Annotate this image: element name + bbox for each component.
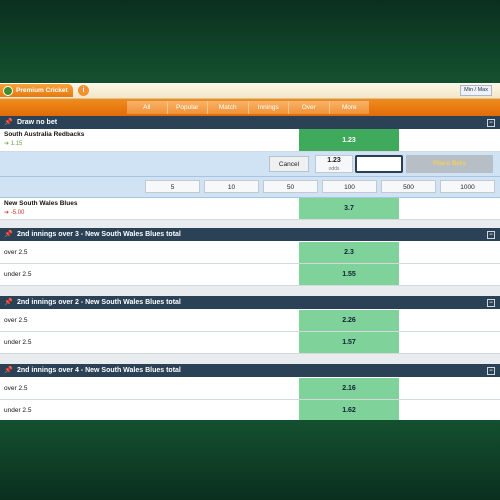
price-change-value: -5.00 [10, 210, 25, 216]
market-row-label: over 2.5 [4, 249, 28, 256]
price-change: ➔ 1.15 [4, 140, 22, 147]
odds-button[interactable]: 1.57 [299, 332, 399, 353]
odds-button[interactable]: 2.16 [299, 378, 399, 399]
pin-icon[interactable]: 📌 [4, 366, 13, 375]
filter-over[interactable]: Over [289, 101, 330, 114]
section-title: 2nd innings over 2 - New South Wales Blu… [17, 299, 181, 306]
min-max-button[interactable]: Min / Max [460, 85, 492, 96]
filter-innings[interactable]: Innings [248, 101, 289, 114]
quick-stakes-bar: 5 10 50 100 500 1000 [0, 177, 500, 198]
selection-row: New South Wales Blues ➔ -5.00 3.7 [0, 198, 500, 220]
betting-panel: Premium Cricket i Min / Max All Popular … [0, 83, 500, 420]
section-header-draw-no-bet[interactable]: 📌 Draw no bet − [0, 116, 500, 129]
section-header-market-2[interactable]: 📌 2nd innings over 2 - New South Wales B… [0, 296, 500, 309]
odds-button[interactable]: 3.7 [299, 198, 399, 219]
quick-stake-100[interactable]: 100 [322, 180, 377, 193]
pin-icon[interactable]: 📌 [4, 298, 13, 307]
filter-all[interactable]: All [127, 101, 168, 114]
premium-cricket-tab[interactable]: Premium Cricket [0, 84, 73, 97]
price-change: ➔ -5.00 [4, 209, 24, 216]
odds-button[interactable]: 2.26 [299, 310, 399, 331]
market-row: over 2.5 2.16 [0, 378, 500, 400]
bet-slip: Cancel 1.23 odds Place Bets [0, 152, 500, 177]
section-header-market-1[interactable]: 📌 2nd innings over 3 - New South Wales B… [0, 228, 500, 241]
section-title: Draw no bet [17, 119, 58, 126]
market-row: under 2.5 1.55 [0, 264, 500, 286]
top-bar: Premium Cricket i Min / Max [0, 83, 500, 99]
collapse-icon[interactable]: − [487, 231, 495, 239]
stake-input[interactable] [355, 155, 403, 173]
arrow-down-icon: ➔ [4, 210, 10, 216]
collapse-icon[interactable]: − [487, 119, 495, 127]
selection-row: South Australia Redbacks ➔ 1.15 1.23 [0, 129, 500, 152]
market-row-label: under 2.5 [4, 407, 32, 414]
selection-name: South Australia Redbacks [4, 131, 85, 138]
info-icon[interactable]: i [78, 85, 89, 96]
arrow-up-icon: ➔ [4, 141, 10, 147]
quick-stake-10[interactable]: 10 [204, 180, 259, 193]
odds-button[interactable]: 2.3 [299, 242, 399, 263]
place-bets-button[interactable]: Place Bets [406, 155, 493, 173]
cancel-button[interactable]: Cancel [269, 156, 309, 172]
price-change-value: 1.15 [10, 141, 23, 147]
odds-button[interactable]: 1.62 [299, 400, 399, 420]
market-row-label: over 2.5 [4, 385, 28, 392]
market-row: under 2.5 1.62 [0, 400, 500, 420]
market-row: over 2.5 2.26 [0, 310, 500, 332]
app-title: Premium Cricket [16, 87, 68, 94]
market-filters: All Popular Match Innings Over More [127, 101, 369, 114]
pin-icon[interactable]: 📌 [4, 118, 13, 127]
filter-match[interactable]: Match [208, 101, 249, 114]
odds-caption: odds [328, 166, 340, 172]
filter-more[interactable]: More [329, 101, 369, 114]
odds-display: 1.23 odds [315, 155, 353, 173]
quick-stake-1000[interactable]: 1000 [440, 180, 495, 193]
market-row: under 2.5 1.57 [0, 332, 500, 354]
collapse-icon[interactable]: − [487, 367, 495, 375]
section-divider [0, 220, 500, 228]
section-title: 2nd innings over 3 - New South Wales Blu… [17, 231, 181, 238]
section-divider [0, 286, 500, 296]
quick-stake-50[interactable]: 50 [263, 180, 318, 193]
section-divider [0, 354, 500, 364]
pin-icon[interactable]: 📌 [4, 230, 13, 239]
selection-name: New South Wales Blues [4, 200, 78, 207]
odds-value: 1.23 [327, 157, 341, 164]
market-row-label: under 2.5 [4, 271, 32, 278]
filter-bar: All Popular Match Innings Over More [0, 99, 500, 117]
quick-stake-500[interactable]: 500 [381, 180, 436, 193]
collapse-icon[interactable]: − [487, 299, 495, 307]
cricket-logo-icon [3, 85, 13, 96]
quick-stakes: 5 10 50 100 500 1000 [145, 180, 495, 193]
section-title: 2nd innings over 4 - New South Wales Blu… [17, 367, 181, 374]
market-row-label: over 2.5 [4, 317, 28, 324]
section-header-market-3[interactable]: 📌 2nd innings over 4 - New South Wales B… [0, 364, 500, 377]
market-row: over 2.5 2.3 [0, 242, 500, 264]
market-row-label: under 2.5 [4, 339, 32, 346]
odds-button[interactable]: 1.55 [299, 264, 399, 285]
quick-stake-5[interactable]: 5 [145, 180, 200, 193]
odds-button[interactable]: 1.23 [299, 129, 399, 151]
filter-popular[interactable]: Popular [167, 101, 208, 114]
